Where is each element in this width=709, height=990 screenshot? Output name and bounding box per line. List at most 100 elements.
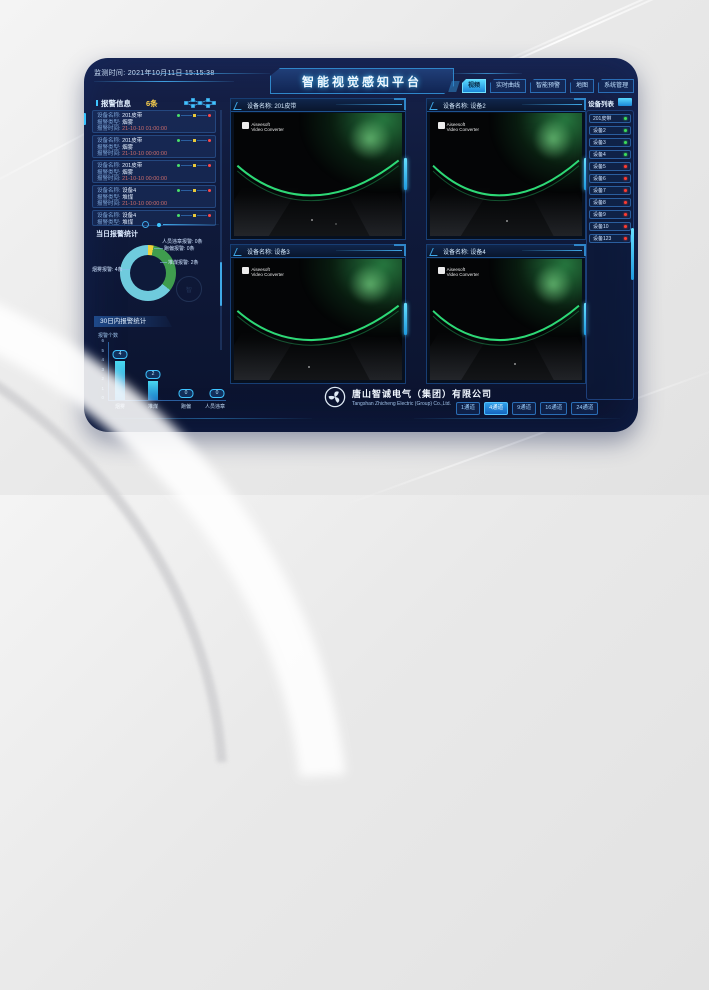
time-label: 报警时间: [97,126,121,132]
video-header: 设备名称: 设备4 [427,245,585,258]
panel-accent [404,158,407,190]
tick: 2 [96,377,104,382]
donut-label-deviation: 跑偏报警: 0条 [164,245,195,252]
time-value: 21-10-10 01:00:00 [122,126,167,132]
device-name: 设备2 [593,127,606,134]
status-lights-icon [177,214,211,217]
video-title: 设备名称: 设备2 [443,101,486,110]
bar-value-badge: 0 [210,389,225,398]
donut-label-line [160,262,167,263]
panel-corner [394,98,406,110]
device-value: 201皮带 [122,163,142,169]
tab-system[interactable]: 系统管理 [598,79,634,93]
device-name: 设备10 [593,223,609,230]
alarm-list-item[interactable]: 设备名称: 201皮带 报警类型: 烟雾 报警时间: 21-10-10 00:0… [92,160,216,183]
alarm-scrollbar-track [220,110,222,350]
device-name: 设备4 [593,151,606,158]
footer-deco-line [102,418,312,419]
dashboard-panel: 监测时间: 2021年10月11日 15:15:38 智能视觉感知平台 视频 实… [84,58,638,432]
alarm-list-item[interactable]: 设备名称: 201皮带 报警类型: 烟雾 报警时间: 21-10-10 00:0… [92,135,216,158]
device-item[interactable]: 设备6 [589,174,631,183]
bar-value-badge: 4 [113,350,128,359]
device-item[interactable]: 设备5 [589,162,631,171]
channel-4-button[interactable]: 4通道 [484,402,508,415]
status-dot [624,177,627,180]
channel-16-button[interactable]: 16通道 [540,402,567,415]
video-header: 设备名称: 201皮带 [231,99,405,112]
video-header: 设备名称: 设备2 [427,99,585,112]
device-item[interactable]: 设备10 [589,222,631,231]
alarm-scrollbar-thumb[interactable] [220,262,222,306]
device-item[interactable]: 设备7 [589,186,631,195]
video-screen[interactable]: AiseesoftVideo Converter [234,113,402,236]
video-screen[interactable]: AiseesoftVideo Converter [430,259,582,380]
device-label: 设备名称: [97,113,121,119]
type-value: 烟雾 [122,170,133,176]
company-name-cn: 唐山智诚电气（集团）有限公司 [352,387,492,400]
today-stats-title: 当日报警统计 [96,229,138,239]
time-label: 报警时间: [97,151,121,157]
donut-label-line [120,269,130,270]
device-item[interactable]: 设备4 [589,150,631,159]
tab-deco-icon [448,81,460,92]
device-item[interactable]: 设备8 [589,198,631,207]
header-line [522,104,582,105]
tab-video[interactable]: 视频 [462,79,486,93]
video-panel-1[interactable]: 设备名称: 201皮带 AiseesoftVideo Converter [230,98,406,240]
device-list-filter-button[interactable] [618,98,632,106]
bar-category-label: 烟雾 [115,403,125,410]
panel-accent [404,303,407,335]
channel-9-button[interactable]: 9通道 [512,402,536,415]
status-lights-icon [177,139,211,142]
device-label: 设备名称: [97,138,121,144]
bar-value-badge: 2 [146,370,161,379]
video-panel-4[interactable]: 设备名称: 设备4 AiseesoftVideo Converter [426,244,586,384]
spark [335,223,337,225]
type-value: 烟雾 [122,120,133,126]
bar-category-label: 堆煤 [148,403,158,410]
device-item[interactable]: 设备3 [589,138,631,147]
tick: 6 [96,339,104,344]
alarm-list-item[interactable]: 设备名称: 201皮带 报警类型: 烟雾 报警时间: 21-10-10 01:0… [92,110,216,133]
header-deco-line [452,73,522,74]
device-name: 设备6 [593,175,606,182]
edge-accent [84,113,86,125]
tab-map[interactable]: 地图 [570,79,594,93]
status-lights-icon [177,164,211,167]
device-name: 设备3 [593,139,606,146]
alarm-list-item[interactable]: 设备名称: 设备4 报警类型: 堆煤 报警时间: 21-10-10 00:00:… [92,185,216,208]
channel-24-button[interactable]: 24通道 [571,402,598,415]
type-value: 烟雾 [122,145,133,151]
channel-1-button[interactable]: 1通道 [456,402,480,415]
time-label: 报警时间: [97,176,121,182]
status-dot [624,189,627,192]
watermark-ring: 智 [176,276,202,302]
device-item[interactable]: 设备2 [589,126,631,135]
video-screen[interactable]: AiseesoftVideo Converter [430,113,582,236]
device-item[interactable]: 201皮带 [589,114,631,123]
device-item[interactable]: 设备123 [589,234,631,243]
channel-buttons: 1通道 4通道 9通道 16通道 24通道 [456,402,598,415]
device-list-scrollbar-thumb[interactable] [631,228,634,280]
today-alarm-donut-chart [120,245,176,301]
status-dot [624,225,627,228]
device-item[interactable]: 设备9 [589,210,631,219]
video-screen[interactable]: AiseesoftVideo Converter [234,259,402,380]
tab-smart-warning[interactable]: 智能预警 [530,79,566,93]
status-lights-icon [177,189,211,192]
spark [308,366,310,368]
device-label: 设备名称: [97,213,121,219]
type-value: 堆煤 [122,220,133,226]
donut-label-person: 人员违章报警: 0条 [162,238,203,245]
type-label: 报警类型: [97,145,121,151]
video-panel-3[interactable]: 设备名称: 设备3 AiseesoftVideo Converter [230,244,406,384]
video-panel-2[interactable]: 设备名称: 设备2 AiseesoftVideo Converter [426,98,586,240]
page-title-frame: 智能视觉感知平台 [270,68,454,94]
header-line [336,250,402,251]
video-title: 设备名称: 201皮带 [247,101,296,110]
panel-corner [574,244,586,256]
bar-category-label: 跑偏 [181,403,191,410]
tab-realtime-curve[interactable]: 实时曲线 [490,79,526,93]
nav-tabs: 视频 实时曲线 智能预警 地图 系统管理 [450,79,634,93]
device-name: 设备5 [593,163,606,170]
